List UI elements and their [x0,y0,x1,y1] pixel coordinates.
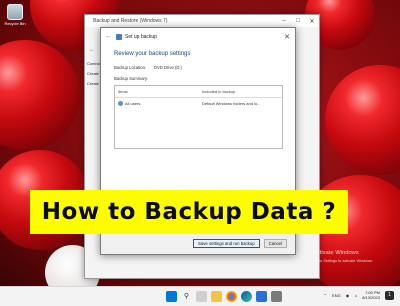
search-icon[interactable]: ⚲ [181,291,192,302]
table-row[interactable]: All users Default Windows folders and lo… [115,98,282,109]
dialog-title: Set up backup [125,33,157,40]
backup-summary-label: Backup Summary: [114,76,149,81]
store-icon[interactable] [256,291,267,302]
dialog-header: ← Set up backup ✕ [101,28,295,45]
recycle-bin-desktop-icon[interactable]: Recycle Bin [4,4,26,26]
minimize-button[interactable]: – [277,18,291,25]
desktop-icon-label: Recycle Bin [4,21,26,26]
file-explorer-icon[interactable] [211,291,222,302]
banner-text: How to Backup Data ? [41,199,337,225]
column-header-included[interactable]: Included in backup [202,89,235,94]
column-header-items[interactable]: Items [118,89,202,94]
users-icon [118,101,123,106]
watermark-subtitle: Go to Settings to activate Windows. [313,259,373,263]
activate-windows-watermark: Activate Windows Go to Settings to activ… [313,249,373,265]
chevron-up-icon[interactable]: ⌃ [324,293,327,298]
wifi-icon[interactable]: ◉ [346,293,350,298]
windows-start-icon[interactable] [166,291,177,302]
window-titlebar[interactable]: Backup and Restore (Windows 7) – □ ✕ [85,15,319,27]
system-tray: ⌃ ENG ◉ ♫ 7:00 PM 8/13/2023 1 [324,290,394,300]
dialog-heading: Review your backup settings [114,51,191,57]
table-header: Items Included in backup [115,86,282,98]
volume-icon[interactable]: ♫ [354,293,357,298]
watermark-title: Activate Windows [313,250,359,256]
language-indicator[interactable]: ENG [332,293,341,298]
row-item: All users [125,101,141,106]
cancel-button[interactable]: Cancel [263,239,287,248]
backup-summary-table: Items Included in backup All users Defau… [114,85,283,149]
backup-location-row: Backup Location: DVD Drive (D:) [114,65,283,70]
notification-badge[interactable]: 1 [385,290,394,300]
chrome-icon[interactable] [226,291,237,302]
recycle-bin-icon [7,4,23,20]
close-icon[interactable]: ✕ [279,33,295,41]
clock[interactable]: 7:00 PM 8/13/2023 [362,290,380,300]
row-included: Default Windows folders and lo... [202,101,261,106]
backup-location-label: Backup Location: [114,65,147,70]
dialog-footer: Save settings and run backup Cancel [101,232,295,254]
back-arrow-icon[interactable]: ← [105,33,112,40]
clock-date: 8/13/2023 [362,295,380,300]
window-title: Backup and Restore (Windows 7) [93,18,168,24]
taskbar-apps: ⚲ [166,291,282,302]
backup-icon [116,33,122,40]
maximize-button[interactable]: □ [291,18,305,25]
task-view-icon[interactable] [196,291,207,302]
close-button[interactable]: ✕ [305,18,319,25]
red-sphere [0,40,80,150]
red-sphere [325,65,400,175]
mail-icon[interactable] [271,291,282,302]
backup-location-value: DVD Drive (D:) [154,65,182,70]
save-and-run-backup-button[interactable]: Save settings and run backup [192,239,260,248]
title-banner: How to Backup Data ? [30,190,348,234]
taskbar: ⚲ ⌃ ENG ◉ ♫ 7:00 PM 8/13/2023 1 [0,286,400,306]
edge-icon[interactable] [241,291,252,302]
